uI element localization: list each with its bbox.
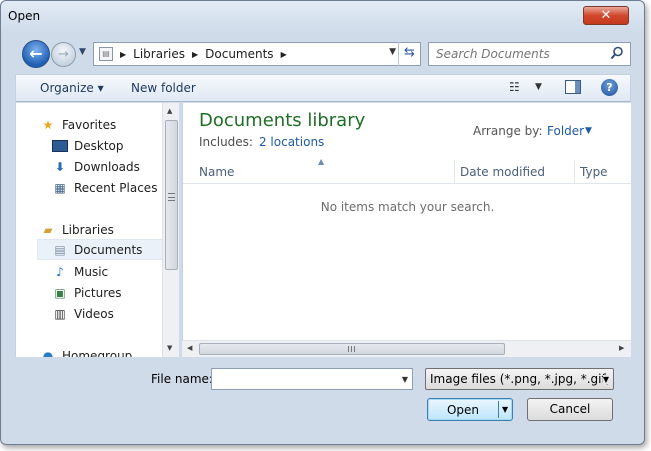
refresh-icon[interactable]: ⇆ — [398, 42, 420, 66]
organize-button[interactable]: Organize ▾ — [40, 81, 104, 95]
sidebar-item-favorites[interactable]: ★ Favorites — [40, 114, 117, 135]
chevron-down-icon[interactable]: ▼ — [602, 375, 609, 384]
command-toolbar: Organize ▾ New folder ☷ ▼ ? — [15, 74, 631, 102]
file-list-pane: Documents library Includes: 2 locations A… — [182, 103, 631, 357]
documents-icon: ▤ — [54, 242, 66, 257]
breadcrumb-libraries[interactable]: Libraries — [133, 47, 185, 61]
arrange-by-label: Arrange by: — [473, 124, 543, 138]
sort-indicator-icon: ▲ — [318, 157, 325, 166]
sidebar-item-documents[interactable]: ▤ Documents — [37, 239, 163, 260]
star-icon: ★ — [42, 117, 54, 132]
recent-places-icon: ▦ — [54, 180, 66, 195]
view-options-icon[interactable]: ☷ — [509, 80, 520, 94]
new-folder-button[interactable]: New folder — [131, 81, 196, 95]
arrange-by-dropdown[interactable]: Folder — [547, 124, 584, 138]
chevron-right-icon[interactable]: ▶ — [120, 50, 126, 59]
sidebar-item-videos[interactable]: ▥ Videos — [52, 303, 114, 324]
videos-icon: ▥ — [54, 306, 66, 321]
folder-icon: ▤ — [99, 47, 113, 61]
search-icon[interactable] — [610, 46, 624, 60]
close-button[interactable]: ✕ — [583, 6, 629, 25]
open-dialog: Open ✕ ← → ▼ ▤ ▶ Libraries ▶ Documents ▶… — [0, 0, 645, 445]
open-options-dropdown[interactable]: ▼ — [502, 405, 508, 414]
address-bar[interactable]: ▤ ▶ Libraries ▶ Documents ▶ ▼ ⇆ — [93, 42, 421, 66]
view-dropdown[interactable]: ▼ — [535, 82, 542, 92]
sidebar-item-downloads[interactable]: ⬇ Downloads — [52, 156, 140, 177]
column-type[interactable]: Type — [580, 165, 608, 179]
homegroup-icon: ● — [42, 348, 54, 358]
file-name-label: File name: — [151, 372, 213, 386]
scrollbar-thumb[interactable] — [199, 343, 505, 355]
chevron-down-icon[interactable]: ▼ — [585, 126, 592, 136]
navigation-scrollbar[interactable]: ▲ ▼ — [162, 103, 179, 357]
cancel-button[interactable]: Cancel — [527, 398, 613, 421]
horizontal-scrollbar[interactable]: ◀ ▶ — [182, 340, 631, 357]
breadcrumb-documents[interactable]: Documents — [205, 47, 273, 61]
scrollbar-thumb[interactable] — [165, 120, 178, 270]
sidebar-item-music[interactable]: ♪ Music — [52, 261, 108, 282]
scroll-right-icon[interactable]: ▶ — [619, 344, 624, 352]
file-name-input[interactable] — [212, 369, 397, 389]
forward-button[interactable]: → — [51, 42, 76, 67]
music-icon: ♪ — [56, 264, 64, 279]
libraries-icon: ▰ — [43, 222, 53, 237]
library-title: Documents library — [199, 110, 366, 131]
search-box[interactable] — [428, 42, 631, 66]
downloads-icon: ⬇ — [54, 159, 66, 174]
pictures-icon: ▣ — [54, 285, 66, 300]
back-button[interactable]: ← — [22, 40, 50, 68]
sidebar-item-libraries[interactable]: ▰ Libraries — [40, 219, 113, 240]
file-type-select[interactable]: Image files (*.png, *.jpg, *.gif, * ▼ — [425, 368, 614, 390]
sidebar-item-recent-places[interactable]: ▦ Recent Places — [52, 177, 157, 198]
locations-link[interactable]: 2 locations — [259, 135, 324, 149]
address-history-dropdown[interactable]: ▼ — [389, 47, 396, 57]
empty-message: No items match your search. — [320, 200, 495, 214]
chevron-right-icon[interactable]: ▶ — [192, 50, 198, 59]
navigation-pane: ★ Favorites Desktop ⬇ Downloads ▦ Recent… — [15, 103, 179, 357]
scroll-down-icon[interactable]: ▼ — [167, 344, 172, 352]
search-input[interactable] — [429, 43, 604, 65]
library-includes: Includes: 2 locations — [199, 135, 325, 149]
scroll-up-icon[interactable]: ▲ — [167, 107, 172, 115]
sidebar-item-pictures[interactable]: ▣ Pictures — [52, 282, 121, 303]
sidebar-item-homegroup[interactable]: ● Homegroup — [40, 345, 133, 358]
open-button[interactable]: Open ▼ — [427, 398, 513, 421]
navigation-bar: ← → ▼ ▤ ▶ Libraries ▶ Documents ▶ ▼ ⇆ — [1, 37, 644, 71]
preview-pane-icon[interactable] — [565, 80, 581, 94]
column-header: ▲ Name Date modified Type — [183, 157, 631, 184]
scroll-left-icon[interactable]: ◀ — [187, 344, 192, 352]
title-bar[interactable]: Open ✕ — [1, 1, 644, 31]
chevron-right-icon[interactable]: ▶ — [281, 50, 287, 59]
desktop-icon — [52, 139, 68, 152]
column-name[interactable]: Name — [199, 165, 234, 179]
sidebar-item-desktop[interactable]: Desktop — [52, 135, 124, 156]
help-icon[interactable]: ? — [601, 79, 618, 96]
recent-pages-dropdown[interactable]: ▼ — [79, 47, 86, 57]
chevron-down-icon[interactable]: ▼ — [402, 375, 408, 384]
column-date-modified[interactable]: Date modified — [460, 165, 545, 179]
file-name-combo[interactable]: ▼ — [211, 368, 413, 390]
window-title: Open — [8, 9, 41, 23]
